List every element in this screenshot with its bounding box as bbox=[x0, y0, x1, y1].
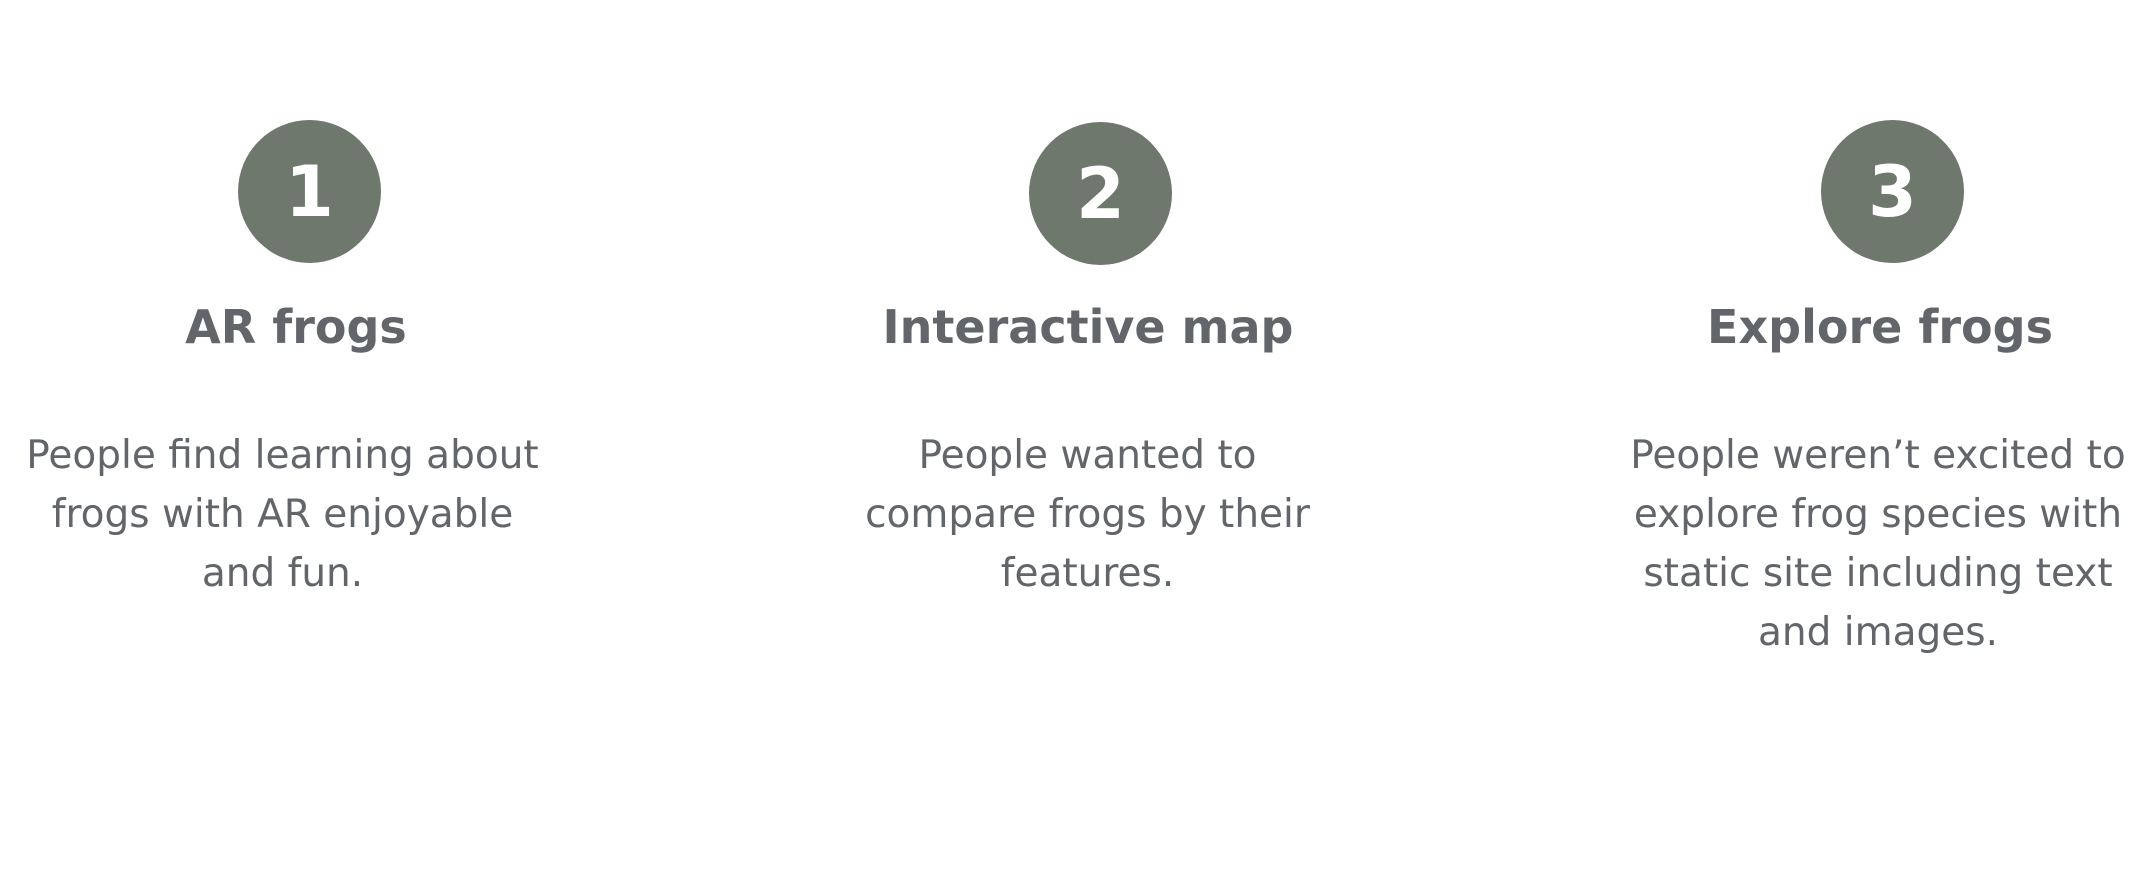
step-description: People wanted to compare frogs by their … bbox=[830, 426, 1345, 603]
step-description-line: compare frogs by their bbox=[865, 492, 1310, 537]
step-description: People weren’t excited to explore frog s… bbox=[1600, 426, 2156, 662]
step-description-line: People find learning about bbox=[26, 433, 539, 478]
step-number-badge: 1 bbox=[238, 120, 381, 263]
step-description-line: and images. bbox=[1758, 610, 1998, 655]
step-number-badge: 3 bbox=[1821, 120, 1964, 263]
step-description-line: People wanted to bbox=[918, 433, 1257, 478]
step-title: Explore frogs bbox=[1707, 300, 2053, 354]
step-title: AR frogs bbox=[185, 300, 407, 354]
step-description-line: explore frog species with bbox=[1633, 492, 2123, 537]
step-description: People find learning about frogs with AR… bbox=[0, 426, 565, 603]
step-description-line: static site including text bbox=[1643, 551, 2113, 596]
step-description-line: People weren’t excited to bbox=[1630, 433, 2126, 478]
step-title: Interactive map bbox=[882, 300, 1294, 354]
step-description-line: and fun. bbox=[201, 551, 364, 596]
step-description-line: features. bbox=[1000, 551, 1175, 596]
step-number-badge: 2 bbox=[1029, 122, 1172, 265]
step-description-line: frogs with AR enjoyable bbox=[51, 492, 514, 537]
